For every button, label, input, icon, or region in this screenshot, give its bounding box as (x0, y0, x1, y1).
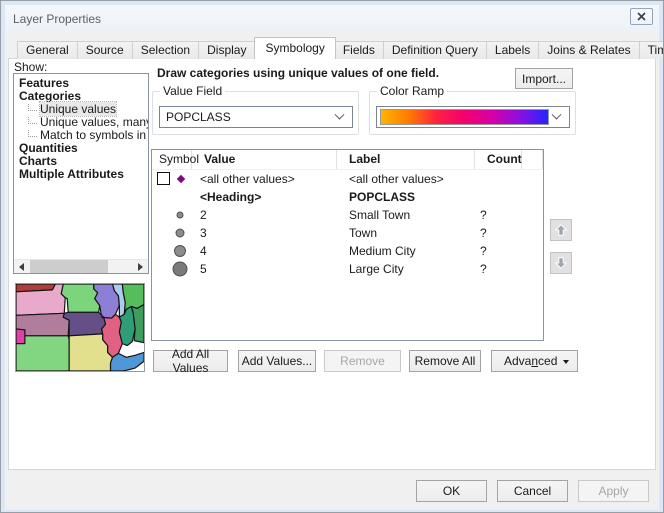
chevron-down-icon (552, 109, 562, 119)
column-header-filler (522, 150, 543, 169)
color-ramp-label: Color Ramp (377, 84, 447, 98)
add-values-button[interactable]: Add Values... (238, 350, 316, 372)
graduated-dot-icon (173, 262, 188, 277)
color-ramp-dropdown[interactable] (376, 106, 570, 128)
tab-definition-query[interactable]: Definition Query (384, 41, 487, 59)
value-cell: 3 (192, 224, 337, 242)
scrollbar-thumb[interactable] (30, 260, 108, 273)
symbol-cell (152, 224, 192, 242)
scroll-right-icon (138, 263, 143, 271)
tree-branch-icon (28, 130, 37, 137)
table-row-medium-city[interactable]: 4 Medium City ? (152, 242, 543, 260)
method-heading: Draw categories using unique values of o… (157, 66, 439, 80)
graduated-dot-icon (174, 245, 186, 257)
value-field-group: Value Field POPCLASS (152, 91, 359, 135)
show-list: Features Categories Unique values Unique… (13, 73, 149, 274)
arrow-up-icon (554, 223, 568, 237)
add-all-values-button[interactable]: Add All Values (153, 350, 228, 372)
symbology-tab-page: Show: Features Categories Unique values … (8, 58, 656, 470)
label-cell: Small Town (337, 206, 475, 224)
value-field-value: POPCLASS (160, 110, 336, 124)
map-preview (15, 283, 145, 372)
remove-all-button[interactable]: Remove All (409, 350, 481, 372)
value-cell: 5 (192, 260, 337, 278)
symbol-cell (152, 260, 192, 278)
value-field-label: Value Field (160, 84, 225, 98)
count-cell: ? (475, 224, 522, 242)
tab-general[interactable]: General (17, 41, 78, 59)
value-cell: 2 (192, 206, 337, 224)
tab-source[interactable]: Source (78, 41, 133, 59)
symbol-cell (152, 206, 192, 224)
scroll-left-button[interactable] (14, 260, 29, 273)
label-cell: Medium City (337, 242, 475, 260)
color-ramp-group: Color Ramp (369, 91, 576, 135)
import-button[interactable]: Import... (515, 68, 573, 89)
tree-branch-icon (28, 104, 37, 111)
table-row-town[interactable]: 3 Town ? (152, 224, 543, 242)
chevron-down-icon (335, 109, 345, 119)
move-up-button[interactable] (550, 219, 572, 241)
layer-properties-dialog: Layer Properties General Source Selectio… (0, 0, 664, 513)
advanced-label: Adva (504, 354, 531, 368)
scroll-left-icon (19, 263, 24, 271)
show-label: Show: (14, 60, 47, 74)
label-cell: Large City (337, 260, 475, 278)
advanced-button[interactable]: Advanced (491, 350, 578, 372)
show-list-horizontal-scrollbar[interactable] (14, 259, 148, 273)
move-down-button[interactable] (550, 252, 572, 274)
title-bar: Layer Properties (5, 5, 659, 33)
close-icon (637, 12, 646, 21)
tab-labels[interactable]: Labels (487, 41, 539, 59)
tab-symbology[interactable]: Symbology (254, 37, 335, 59)
tree-branch-icon (28, 117, 37, 124)
value-cell: 4 (192, 242, 337, 260)
count-cell: ? (475, 242, 522, 260)
all-other-values-checkbox[interactable] (157, 172, 170, 185)
table-row-heading[interactable]: <Heading> POPCLASS (152, 188, 543, 206)
label-cell: <all other values> (337, 170, 475, 188)
count-cell: ? (475, 260, 522, 278)
tab-time[interactable]: Time (640, 41, 664, 59)
count-cell: ? (475, 206, 522, 224)
label-cell: POPCLASS (337, 188, 475, 206)
show-item-multiple-attributes[interactable]: Multiple Attributes (14, 168, 148, 181)
table-row-all-other-values[interactable]: <all other values> <all other values> (152, 170, 543, 188)
map-preview-image (16, 284, 144, 371)
remove-button[interactable]: Remove (324, 350, 401, 372)
table-row-large-city[interactable]: 5 Large City ? (152, 260, 543, 278)
tab-strip: General Source Selection Display Symbolo… (17, 38, 664, 59)
symbol-cell (152, 170, 192, 188)
value-field-dropdown[interactable]: POPCLASS (159, 106, 353, 128)
table-row-small-town[interactable]: 2 Small Town ? (152, 206, 543, 224)
point-symbol-icon (177, 175, 185, 183)
close-button[interactable] (630, 8, 653, 25)
dialog-body: General Source Selection Display Symbolo… (5, 33, 659, 510)
symbol-cell (152, 242, 192, 260)
scroll-right-button[interactable] (133, 260, 148, 273)
apply-button[interactable]: Apply (578, 480, 649, 502)
label-cell: Town (337, 224, 475, 242)
column-header-value[interactable]: Value (192, 150, 337, 169)
tab-fields[interactable]: Fields (335, 41, 384, 59)
dropdown-arrow-icon (563, 360, 569, 364)
tab-joins-relates[interactable]: Joins & Relates (539, 41, 639, 59)
graduated-dot-icon (176, 229, 185, 238)
tab-selection[interactable]: Selection (133, 41, 199, 59)
column-header-symbol[interactable]: Symbol (152, 150, 192, 169)
color-ramp-preview (380, 109, 549, 125)
graduated-dot-icon (177, 212, 184, 219)
values-table: Symbol Value Label Count <all other valu… (151, 149, 544, 341)
tab-display[interactable]: Display (199, 41, 255, 59)
values-table-header: Symbol Value Label Count (152, 150, 543, 170)
value-cell: <Heading> (192, 188, 337, 206)
symbol-cell (152, 188, 192, 206)
ok-button[interactable]: OK (416, 480, 487, 502)
column-header-label[interactable]: Label (337, 150, 475, 169)
cancel-button[interactable]: Cancel (497, 480, 568, 502)
arrow-down-icon (554, 256, 568, 270)
value-cell: <all other values> (192, 170, 337, 188)
window-title: Layer Properties (5, 12, 101, 26)
column-header-count[interactable]: Count (475, 150, 522, 169)
